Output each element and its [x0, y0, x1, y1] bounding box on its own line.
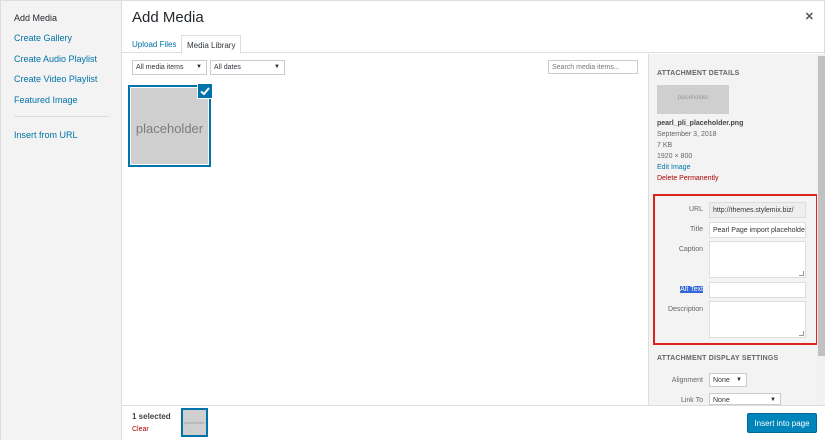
resize-grip-icon[interactable]: [799, 271, 804, 276]
alt-text-field[interactable]: [709, 282, 806, 298]
edit-image-link[interactable]: Edit Image: [657, 164, 690, 171]
attachment-details-heading: ATTACHMENT DETAILS: [657, 70, 740, 77]
selection-thumbnail[interactable]: placeholder: [181, 408, 208, 437]
delete-permanently-link[interactable]: Delete Permanently: [657, 175, 718, 182]
caption-label: Caption: [678, 246, 703, 253]
checkmark-icon[interactable]: [197, 83, 213, 99]
tab-upload-files[interactable]: Upload Files: [127, 35, 181, 54]
attachment-filename: pearl_pli_placeholder.png: [657, 120, 744, 127]
attachment-preview: placeholder: [657, 85, 729, 114]
clear-selection-link[interactable]: Clear: [132, 426, 149, 433]
date-filter[interactable]: All dates ▼: [210, 60, 285, 75]
media-type-filter-value: All media items: [136, 64, 184, 71]
close-icon[interactable]: ✕: [805, 10, 814, 23]
thumbnail-label: placeholder: [135, 121, 204, 136]
title-field[interactable]: Pearl Page import placeholder: [709, 222, 806, 238]
chevron-down-icon: ▼: [770, 397, 776, 403]
url-field[interactable]: http://themes.stylemix.biz/: [709, 202, 806, 218]
media-modal: Add Media Create Gallery Create Audio Pl…: [0, 0, 825, 440]
description-label: Description: [667, 306, 703, 313]
alt-text-label: Alt Text: [653, 286, 703, 293]
search-input[interactable]: Search media items...: [548, 60, 638, 74]
alignment-select[interactable]: None ▼: [709, 373, 747, 387]
menu-item-create-video-playlist[interactable]: Create Video Playlist: [14, 74, 97, 84]
alignment-label: Alignment: [671, 377, 703, 384]
media-toolbar-footer: [122, 405, 825, 440]
insert-into-page-button[interactable]: Insert into page: [747, 413, 817, 433]
link-to-select[interactable]: None ▼: [709, 393, 781, 405]
link-to-value: None: [713, 397, 730, 404]
chevron-down-icon: ▼: [196, 64, 202, 70]
modal-title: Add Media: [132, 9, 204, 26]
menu-item-create-gallery[interactable]: Create Gallery: [14, 33, 72, 43]
attachment-size: 7 KB: [657, 142, 673, 149]
selection-thumbnail-label: placeholder: [184, 420, 205, 425]
menu-item-insert-from-url[interactable]: Insert from URL: [14, 130, 78, 140]
router-tabs: Upload Files Media Library: [122, 33, 825, 54]
menu-item-featured-image[interactable]: Featured Image: [14, 95, 78, 105]
url-label: URL: [688, 206, 703, 213]
sidebar-scrollbar[interactable]: [817, 54, 825, 405]
media-menu: Add Media Create Gallery Create Audio Pl…: [1, 1, 122, 440]
preview-label: placeholder: [677, 95, 709, 101]
attachment-date: September 3, 2018: [657, 131, 717, 138]
menu-separator: [14, 116, 109, 117]
title-label: Title: [690, 226, 703, 233]
date-filter-value: All dates: [214, 64, 241, 71]
scrollbar-thumb[interactable]: [818, 56, 825, 356]
caption-field[interactable]: [709, 241, 806, 278]
link-to-label: Link To: [680, 397, 703, 404]
tab-media-library[interactable]: Media Library: [181, 35, 242, 54]
attachment-dimensions: 1920 × 800: [657, 153, 693, 160]
resize-grip-icon[interactable]: [799, 331, 804, 336]
alignment-value: None: [713, 377, 730, 384]
chevron-down-icon: ▼: [274, 64, 280, 70]
selection-count: 1 selected: [132, 412, 171, 421]
media-type-filter[interactable]: All media items ▼: [132, 60, 207, 75]
chevron-down-icon: ▼: [736, 377, 742, 383]
description-field[interactable]: [709, 301, 806, 338]
alt-text-label-text: Alt Text: [680, 286, 703, 293]
display-settings-heading: ATTACHMENT DISPLAY SETTINGS: [657, 355, 779, 362]
menu-item-create-audio-playlist[interactable]: Create Audio Playlist: [14, 54, 97, 64]
menu-item-add-media[interactable]: Add Media: [14, 13, 57, 23]
